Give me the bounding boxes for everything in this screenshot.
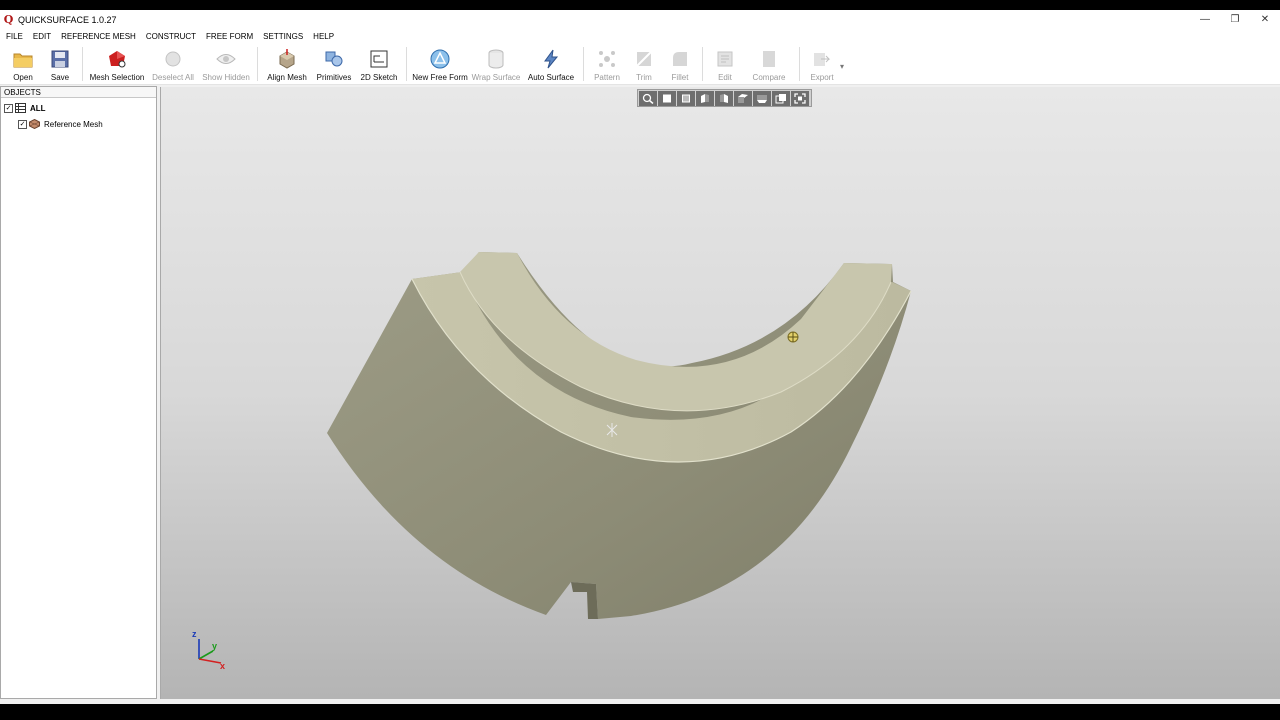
y-axis-label: y <box>212 641 217 651</box>
compare-icon <box>758 48 780 70</box>
main-toolbar: Open Save Mesh Selection Deselect All Sh… <box>0 44 1280 85</box>
trim-icon <box>633 48 655 70</box>
2d-sketch-button[interactable]: 2D Sketch <box>356 44 402 85</box>
pattern-icon <box>596 48 618 70</box>
tree-item-reference-mesh[interactable]: ✓ Reference Mesh <box>18 118 103 130</box>
new-free-form-button[interactable]: New Free Form <box>411 44 469 85</box>
fillet-button[interactable]: Fillet <box>662 44 698 85</box>
window-controls: — ❐ ✕ <box>1190 10 1280 29</box>
title-bar: Q QUICKSURFACE 1.0.27 — ❐ ✕ <box>0 10 1280 29</box>
toolbar-separator <box>702 47 703 81</box>
screen-top-border <box>0 0 1280 10</box>
menu-construct[interactable]: CONSTRUCT <box>146 32 196 41</box>
export-button[interactable]: Export <box>804 44 840 85</box>
menu-bar: FILE EDIT REFERENCE MESH CONSTRUCT FREE … <box>0 29 1280 44</box>
deselect-all-button[interactable]: Deselect All <box>147 44 199 85</box>
app-logo: Q <box>3 13 14 26</box>
objects-panel: OBJECTS ✓ ALL ✓ Reference Mesh <box>0 86 157 699</box>
toolbar-separator <box>406 47 407 81</box>
edit-icon <box>714 48 736 70</box>
folder-icon <box>12 48 34 70</box>
free-form-icon <box>429 48 451 70</box>
x-axis-label: x <box>220 661 225 671</box>
3d-viewport[interactable]: z y x <box>160 87 1280 699</box>
more-tools-chevron-icon[interactable]: ▾ <box>840 62 844 71</box>
trim-button[interactable]: Trim <box>626 44 662 85</box>
objects-panel-header: OBJECTS <box>1 87 156 98</box>
minimize-button[interactable]: — <box>1190 10 1220 29</box>
z-axis-label: z <box>192 629 197 639</box>
deselect-icon <box>162 48 184 70</box>
toolbar-separator <box>257 47 258 81</box>
reference-mesh-model[interactable] <box>161 87 1280 699</box>
export-icon <box>811 48 833 70</box>
primitives-icon <box>323 48 345 70</box>
toolbar-separator <box>583 47 584 81</box>
show-hidden-button[interactable]: Show Hidden <box>199 44 253 85</box>
primitives-button[interactable]: Primitives <box>312 44 356 85</box>
mesh-selection-icon <box>106 48 128 70</box>
edit-button[interactable]: Edit <box>707 44 743 85</box>
move-cursor-icon <box>787 331 799 343</box>
wrap-surface-icon <box>485 48 507 70</box>
app-window: Q QUICKSURFACE 1.0.27 — ❐ ✕ FILE EDIT RE… <box>0 10 1280 704</box>
tree-item-all[interactable]: ✓ ALL <box>4 102 46 114</box>
open-button[interactable]: Open <box>4 44 42 85</box>
menu-help[interactable]: HELP <box>313 32 334 41</box>
menu-file[interactable]: FILE <box>6 32 23 41</box>
compare-button[interactable]: Compare <box>743 44 795 85</box>
auto-surface-button[interactable]: Auto Surface <box>523 44 579 85</box>
menu-reference-mesh[interactable]: REFERENCE MESH <box>61 32 136 41</box>
menu-edit[interactable]: EDIT <box>33 32 51 41</box>
restore-button[interactable]: ❐ <box>1220 10 1250 29</box>
sketch-icon <box>368 48 390 70</box>
wrap-surface-button[interactable]: Wrap Surface <box>469 44 523 85</box>
tree-label-reference-mesh: Reference Mesh <box>44 119 103 129</box>
pattern-button[interactable]: Pattern <box>588 44 626 85</box>
tree-checkbox-reference-mesh[interactable]: ✓ <box>18 119 27 129</box>
toolbar-separator <box>799 47 800 81</box>
close-button[interactable]: ✕ <box>1250 10 1280 29</box>
y-axis-line <box>198 650 214 660</box>
screen-bottom-border <box>0 704 1280 720</box>
x-axis-line <box>198 658 222 664</box>
tree-checkbox-all[interactable]: ✓ <box>4 103 13 113</box>
menu-free-form[interactable]: FREE FORM <box>206 32 253 41</box>
grid-icon <box>15 103 26 113</box>
mesh-selection-button[interactable]: Mesh Selection <box>87 44 147 85</box>
lightning-icon <box>540 48 562 70</box>
axis-triad: z y x <box>192 629 225 671</box>
tree-label-all: ALL <box>30 103 46 113</box>
floppy-disk-icon <box>49 48 71 70</box>
fillet-icon <box>669 48 691 70</box>
align-mesh-button[interactable]: Align Mesh <box>262 44 312 85</box>
eye-icon <box>215 48 237 70</box>
toolbar-separator <box>82 47 83 81</box>
save-button[interactable]: Save <box>42 44 78 85</box>
window-title: QUICKSURFACE 1.0.27 <box>18 14 117 25</box>
align-mesh-icon <box>276 48 298 70</box>
mesh-icon <box>29 119 40 129</box>
menu-settings[interactable]: SETTINGS <box>263 32 303 41</box>
mesh-notch <box>571 582 598 619</box>
